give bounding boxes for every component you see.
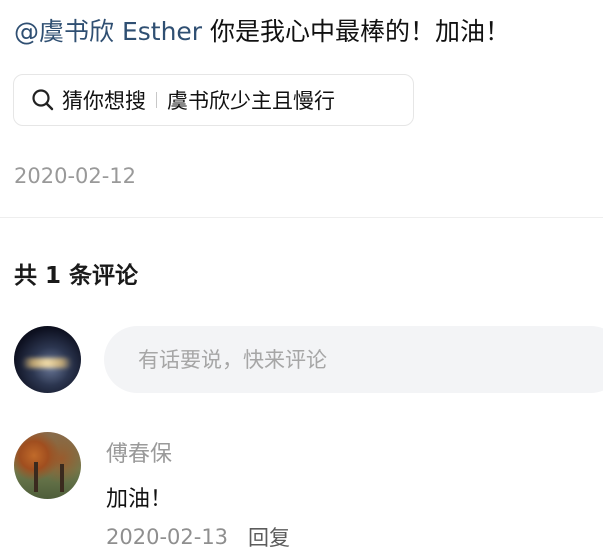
section-divider xyxy=(0,217,603,218)
current-user-avatar xyxy=(14,326,81,393)
mention-link[interactable]: @虞书欣 Esther xyxy=(14,17,202,46)
comment-text: 加油！ xyxy=(106,487,173,512)
post-content: @虞书欣 Esther 你是我心中最棒的！加油！ xyxy=(14,12,603,52)
search-suggestion-chip[interactable]: 猜你想搜 虞书欣少主且慢行 xyxy=(13,74,414,126)
comment-date: 2020-02-13 xyxy=(106,525,229,549)
commenter-avatar[interactable] xyxy=(14,432,81,499)
post-date: 2020-02-12 xyxy=(14,164,137,188)
comment-input-box[interactable] xyxy=(104,326,603,393)
search-suggest-query: 虞书欣少主且慢行 xyxy=(167,89,335,113)
post-text: 你是我心中最棒的！加油！ xyxy=(210,17,511,46)
comments-count: 共 1 条评论 xyxy=(14,263,139,289)
comment-author[interactable]: 傅春保 xyxy=(106,436,172,468)
comment-input[interactable] xyxy=(136,346,603,373)
divider xyxy=(156,92,157,108)
search-suggest-label: 猜你想搜 xyxy=(62,89,146,113)
search-icon xyxy=(30,87,56,113)
